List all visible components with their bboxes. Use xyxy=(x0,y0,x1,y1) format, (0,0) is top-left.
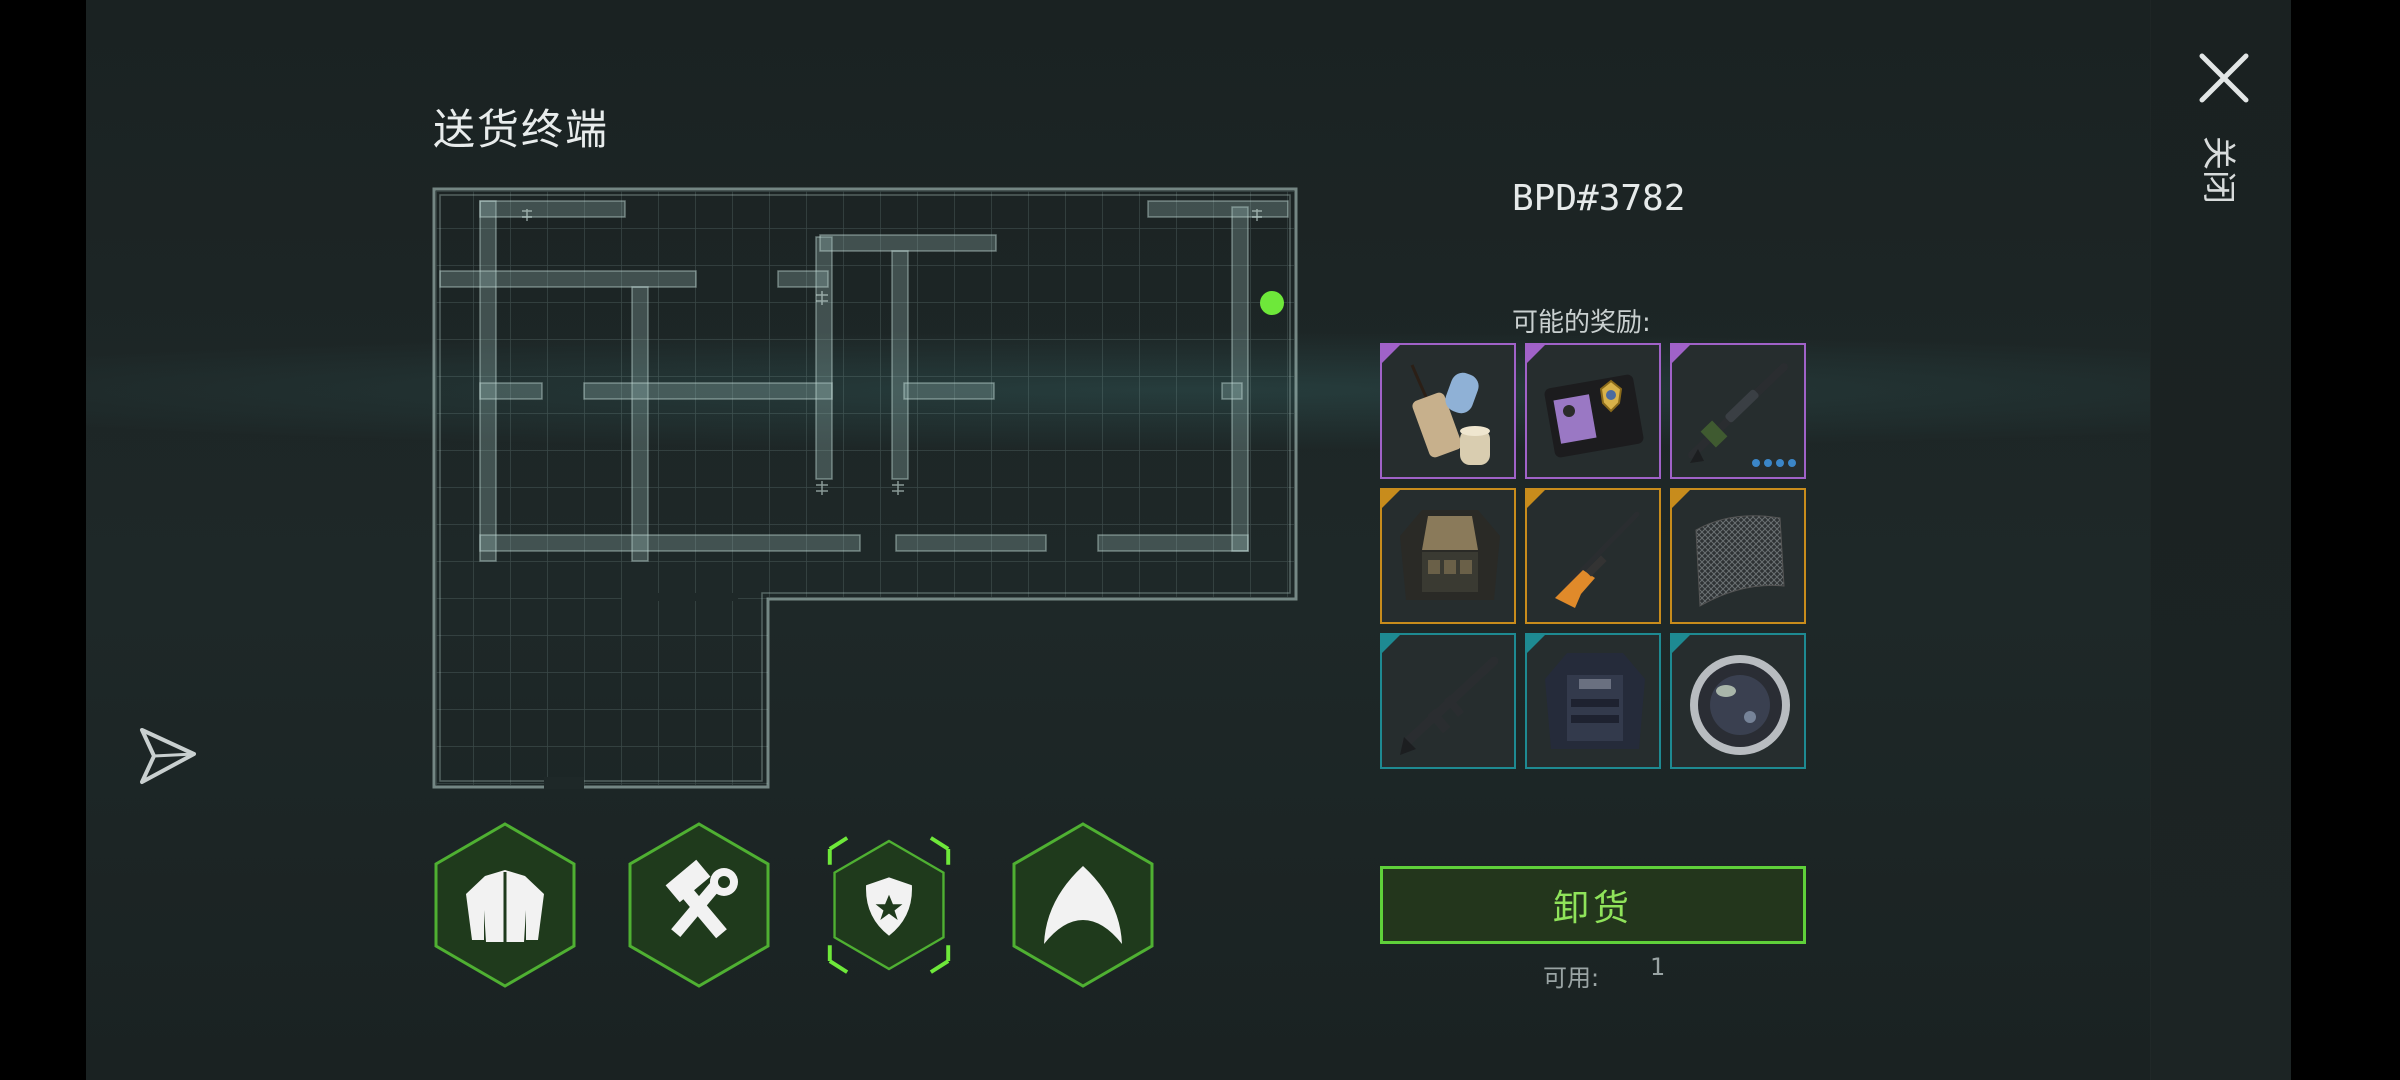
tactical-jacket-icon xyxy=(1400,510,1500,600)
reward-slot[interactable] xyxy=(1525,343,1661,479)
available-label: 可用: xyxy=(1543,964,1600,992)
tools-category-button[interactable] xyxy=(624,820,774,990)
unload-button[interactable]: 卸货 xyxy=(1380,866,1806,944)
reward-slot[interactable] xyxy=(1380,633,1516,769)
sniper-rifle-icon xyxy=(1688,363,1796,467)
police-category-button[interactable] xyxy=(814,820,964,990)
reward-slot[interactable] xyxy=(1670,488,1806,624)
close-icon[interactable] xyxy=(2196,50,2252,106)
rolled-scroll-icon xyxy=(1410,364,1490,465)
mesh-fabric-icon xyxy=(1695,515,1785,607)
available-count: 1 xyxy=(1650,953,1666,981)
reward-slot[interactable] xyxy=(1525,488,1661,624)
close-button-label[interactable]: 关闭 xyxy=(2197,136,2246,204)
terminal-code: BPD#3782 xyxy=(1512,178,1686,219)
lens-icon xyxy=(1690,655,1790,755)
reward-slot[interactable] xyxy=(1525,633,1661,769)
reward-slot[interactable] xyxy=(1670,633,1806,769)
reward-slot[interactable] xyxy=(1380,488,1516,624)
location-marker xyxy=(1260,291,1284,315)
building-map[interactable] xyxy=(432,187,1298,789)
reward-slot[interactable] xyxy=(1380,343,1516,479)
orange-rifle-icon xyxy=(1555,511,1640,608)
reward-slot[interactable] xyxy=(1670,343,1806,479)
screen: 送货终端 BPD#3782 可能的奖励: 卸货 可用: 1 关闭 xyxy=(0,0,2400,1080)
shark-fin-category-button[interactable] xyxy=(1008,820,1158,990)
clothing-category-button[interactable] xyxy=(430,820,580,990)
police-vest-icon xyxy=(1545,653,1645,749)
police-badge-wallet-icon xyxy=(1544,374,1644,458)
assault-rifle-icon xyxy=(1400,656,1499,755)
rewards-grid xyxy=(1380,343,1808,771)
send-arrow-icon[interactable] xyxy=(136,724,200,788)
page-title: 送货终端 xyxy=(433,105,610,154)
possible-rewards-label: 可能的奖励: xyxy=(1512,308,1651,338)
